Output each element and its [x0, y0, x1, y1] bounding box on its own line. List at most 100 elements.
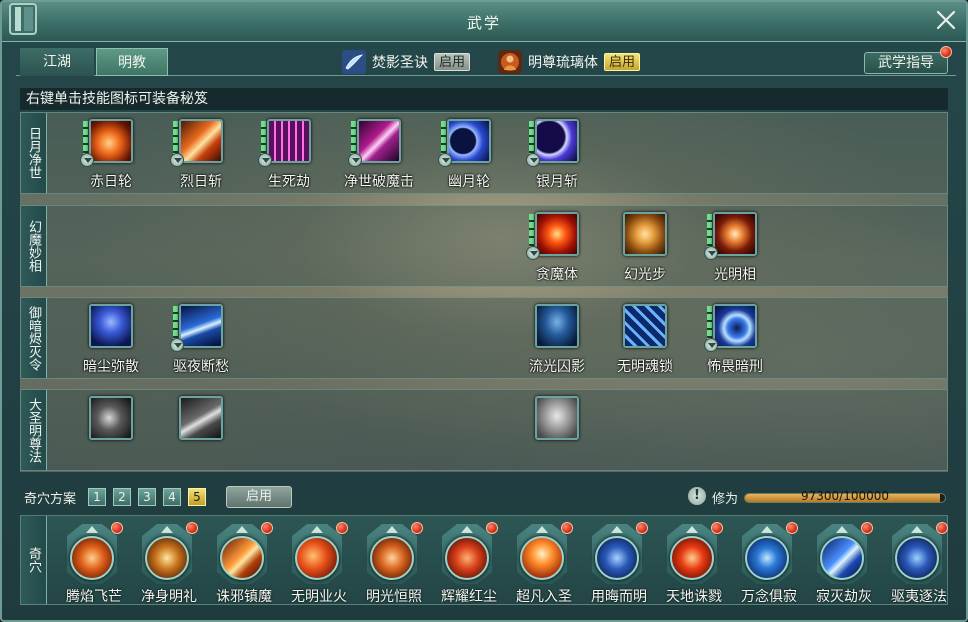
skill-name: 银月斩 — [536, 174, 578, 190]
skill-name: 生死劫 — [268, 174, 310, 190]
expand-triangle-icon[interactable] — [536, 526, 548, 533]
skill-slot: 净世破魔击 — [333, 113, 423, 193]
equip-secret-arrow-icon[interactable] — [438, 153, 452, 167]
notification-dot — [261, 522, 273, 534]
skill-icon-yinyuezhan[interactable] — [535, 119, 579, 163]
qixue-orb-icon[interactable] — [895, 536, 939, 580]
feather-icon — [342, 50, 366, 74]
equip-secret-arrow-icon[interactable] — [348, 153, 362, 167]
skill-icon-guangmingxiang[interactable] — [713, 212, 757, 256]
row-label: 幻魔妙相 — [21, 206, 47, 286]
plan-4-button[interactable]: 4 — [163, 488, 181, 506]
qixue-orb-icon[interactable] — [145, 536, 189, 580]
expand-triangle-icon[interactable] — [461, 526, 473, 533]
expand-triangle-icon[interactable] — [761, 526, 773, 533]
qixue-orb-icon[interactable] — [370, 536, 414, 580]
skill-slot: 生死劫 — [243, 113, 333, 193]
skill-slot: 无明魂锁 — [599, 298, 689, 378]
equip-secret-arrow-icon[interactable] — [704, 338, 718, 352]
close-icon[interactable] — [934, 8, 958, 32]
skill-icon-buweianxing[interactable] — [713, 304, 757, 348]
skill-slot — [155, 390, 245, 470]
secret-level-bar — [529, 121, 534, 157]
qixue-orb-icon[interactable] — [445, 536, 489, 580]
plan-5-button[interactable]: 5 — [188, 488, 206, 506]
qixue-node: 无明业火 — [282, 522, 356, 606]
qixue-orb-icon[interactable] — [295, 536, 339, 580]
expand-triangle-icon[interactable] — [386, 526, 398, 533]
skill-name: 贪魔体 — [536, 267, 578, 283]
expand-triangle-icon[interactable] — [686, 526, 698, 533]
secret-level-bar — [173, 306, 178, 342]
expand-triangle-icon[interactable] — [836, 526, 848, 533]
row-label: 奇穴 — [21, 516, 47, 604]
notification-dot — [711, 522, 723, 534]
plan-3-button[interactable]: 3 — [138, 488, 156, 506]
notification-dot — [636, 522, 648, 534]
qixue-node-name: 寂灭劫灰 — [816, 589, 872, 605]
skill-name: 光明相 — [714, 267, 756, 283]
expand-triangle-icon[interactable] — [86, 526, 98, 533]
monk-icon — [498, 50, 522, 74]
plan-1-button[interactable]: 1 — [88, 488, 106, 506]
expand-triangle-icon[interactable] — [161, 526, 173, 533]
tab-jianghu[interactable]: 江湖 — [20, 48, 94, 76]
qixue-orb-icon[interactable] — [70, 536, 114, 580]
expand-triangle-icon[interactable] — [611, 526, 623, 533]
skill-icon-liuguangqiuying[interactable] — [535, 304, 579, 348]
expand-triangle-icon[interactable] — [236, 526, 248, 533]
plan-2-button[interactable]: 2 — [113, 488, 131, 506]
secret-level-bar — [529, 214, 534, 250]
skill-icon-locked[interactable] — [179, 396, 223, 440]
qixue-orb-icon[interactable] — [745, 536, 789, 580]
qixue-node-name: 万念俱寂 — [741, 589, 797, 605]
equip-secret-arrow-icon[interactable] — [526, 246, 540, 260]
skill-icon-jingshipomoji[interactable] — [357, 119, 401, 163]
qixue-orb-icon[interactable] — [820, 536, 864, 580]
qixue-orb-icon[interactable] — [595, 536, 639, 580]
skill-icon-locked[interactable] — [535, 396, 579, 440]
qixue-node: 腾焰飞芒 — [57, 522, 131, 606]
secret-enable-button[interactable]: 启用 — [434, 53, 471, 71]
skill-slot: 烈日斩 — [155, 113, 245, 193]
skill-icon-chirilun[interactable] — [89, 119, 133, 163]
skill-slot: 赤日轮 — [65, 113, 155, 193]
skill-name: 烈日斩 — [180, 174, 222, 190]
qixue-node: 万念俱寂 — [732, 522, 806, 606]
equip-secret-arrow-icon[interactable] — [258, 153, 272, 167]
equip-secret-arrow-icon[interactable] — [170, 153, 184, 167]
skill-name: 赤日轮 — [90, 174, 132, 190]
qixue-node: 辉耀红尘 — [432, 522, 506, 606]
skill-name: 净世破魔击 — [344, 174, 414, 190]
title-bar[interactable]: 武学 — [2, 2, 966, 42]
notification-dot — [186, 522, 198, 534]
qixue-orb-icon[interactable] — [670, 536, 714, 580]
expand-triangle-icon[interactable] — [311, 526, 323, 533]
skill-icon-huanguangbu[interactable] — [623, 212, 667, 256]
skill-slot: 幻光步 — [599, 206, 689, 286]
notification-dot — [861, 522, 873, 534]
plan-enable-button[interactable]: 启用 — [226, 486, 292, 508]
tab-mingjiao[interactable]: 明教 — [96, 48, 168, 76]
qixue-orb-icon[interactable] — [520, 536, 564, 580]
martial-guide-button[interactable]: 武学指导 — [864, 52, 948, 74]
qixue-orb-icon[interactable] — [220, 536, 264, 580]
equip-secret-arrow-icon[interactable] — [80, 153, 94, 167]
equip-secret-arrow-icon[interactable] — [170, 338, 184, 352]
equip-secret-arrow-icon[interactable] — [704, 246, 718, 260]
expand-triangle-icon[interactable] — [911, 526, 923, 533]
skill-name: 暗尘弥散 — [83, 359, 139, 375]
equip-secret-arrow-icon[interactable] — [526, 153, 540, 167]
skill-icon-quyeduanchou[interactable] — [179, 304, 223, 348]
skill-icon-tanmoti[interactable] — [535, 212, 579, 256]
skill-icon-wuminghunsuo[interactable] — [623, 304, 667, 348]
skill-icon-anchenmisan[interactable] — [89, 304, 133, 348]
secret-enable-button[interactable]: 启用 — [604, 53, 641, 71]
skill-icon-shengsijie[interactable] — [267, 119, 311, 163]
qixue-node-name: 用晦而明 — [591, 589, 647, 605]
skill-icon-locked[interactable] — [89, 396, 133, 440]
secret-level-bar — [173, 121, 178, 157]
skill-icon-youyuelun[interactable] — [447, 119, 491, 163]
info-icon[interactable]: ! — [688, 487, 706, 505]
skill-icon-lierizhan[interactable] — [179, 119, 223, 163]
